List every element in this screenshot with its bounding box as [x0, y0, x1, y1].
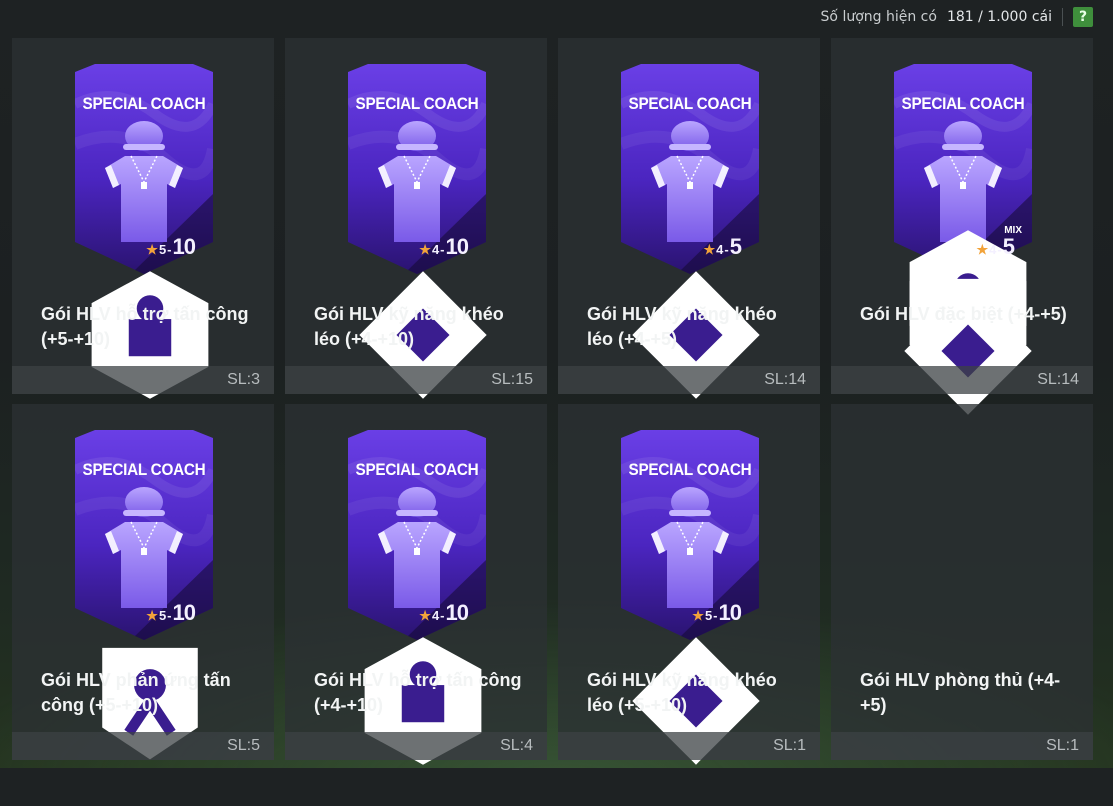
card-art-title: SPECIAL COACH — [628, 460, 752, 479]
grade-low: 4 — [716, 242, 724, 257]
coach-pack-grid: SPECIAL COACH ★ 5-10 Gói HLV hỗ trợ tấn côn… — [0, 0, 1113, 768]
pack-name: Gói HLV kỹ năng khéo léo (+4-+5) — [587, 304, 777, 349]
grade-low: 4 — [431, 242, 440, 257]
special-coach-card-art: SPECIAL COACH MIX ★ 4-5 — [894, 64, 1032, 415]
grade-range: ★ 4-10 — [419, 600, 470, 626]
coach-pack-card[interactable]: SPECIAL COACH ★ 5-10 Gói HLV kỹ năng khéo l… — [558, 404, 820, 765]
coach-pack-card[interactable]: SPECIAL COACH ★ 5-10 Gói HLV phản ứng tấn c… — [12, 404, 274, 760]
pack-name: Gói HLV kỹ năng khéo léo (+4-+10) — [314, 304, 504, 349]
card-footer: SL:5 — [12, 732, 274, 760]
grade-range: ★ 4-5 — [976, 234, 1016, 260]
quantity-label: SL:14 — [1037, 371, 1079, 388]
quantity-label: SL:3 — [227, 371, 260, 388]
skill-icon — [354, 230, 487, 399]
quantity-label: SL:15 — [491, 371, 533, 388]
card-footer: SL:14 — [558, 366, 820, 394]
star-icon: ★ — [692, 608, 704, 623]
pack-name: Gói HLV kỹ năng khéo léo (+5-+10) — [587, 670, 777, 715]
grade-high: 10 — [445, 234, 470, 259]
grade-high: 5 — [1002, 234, 1015, 259]
grade-low: 4 — [431, 608, 440, 623]
special-coach-card-art: SPECIAL COACH ★ 5-10 — [75, 64, 213, 399]
grade-high: 10 — [718, 600, 743, 625]
quantity-label: SL:14 — [764, 371, 806, 388]
special-coach-card-art: SPECIAL COACH ★ 4-10 — [348, 430, 486, 765]
grade-dash: - — [997, 242, 1002, 257]
pack-name: Gói HLV hỗ trợ tấn công (+4-+10) — [314, 670, 522, 715]
special-coach-card-art: SPECIAL COACH ★ 4-5 — [621, 64, 760, 399]
coach-pack-card[interactable]: SPECIAL COACH ★ 4-10 Gói HLV hỗ trợ tấn côn… — [285, 404, 547, 765]
card-art-title: SPECIAL COACH — [82, 94, 206, 113]
quantity-label: SL:5 — [227, 737, 260, 754]
skill-icon — [627, 230, 760, 399]
card-art-title: SPECIAL COACH — [355, 94, 479, 113]
grade-range: ★ 5-10 — [146, 234, 197, 260]
grade-dash: - — [167, 242, 172, 257]
grade-dash: - — [440, 608, 445, 623]
quantity-label: SL:1 — [773, 737, 806, 754]
skill-icon — [627, 596, 760, 765]
grade-range: ★ 4-5 — [703, 234, 743, 260]
mixed-badges — [899, 189, 1032, 415]
pack-name: Gói HLV phản ứng tấn công (+5-+10) — [41, 670, 231, 715]
star-icon: ★ — [976, 242, 989, 257]
attack-support-icon — [81, 230, 209, 399]
star-icon: ★ — [703, 242, 716, 257]
skill-icon — [899, 246, 1032, 415]
defense-icon — [899, 189, 1027, 358]
star-icon: ★ — [146, 608, 158, 623]
grade-low: 5 — [704, 608, 713, 623]
special-coach-card-art: SPECIAL COACH ★ 5-10 — [621, 430, 760, 765]
grade-low: 5 — [158, 608, 167, 623]
attack-support-icon — [899, 208, 1027, 377]
grade-dash: - — [724, 242, 729, 257]
pack-name: Gói HLV đặc biệt (+4-+5) — [860, 304, 1067, 324]
card-art-title: SPECIAL COACH — [82, 460, 206, 479]
quantity-label: SL:1 — [1046, 737, 1079, 754]
card-footer: SL:14 — [831, 366, 1093, 394]
counter-attack-icon — [899, 227, 1016, 391]
grade-dash: - — [167, 608, 172, 623]
grade-high: 10 — [445, 600, 470, 625]
card-art-title: SPECIAL COACH — [355, 460, 479, 479]
star-icon: ★ — [419, 242, 431, 257]
coach-pack-card[interactable]: SPECIAL COACH ★ 5-10 Gói HLV hỗ trợ tấn côn… — [12, 38, 274, 399]
card-footer: SL:1 — [558, 732, 820, 760]
quantity-label: SL:4 — [500, 737, 533, 754]
pack-name: Gói HLV hỗ trợ tấn công (+5-+10) — [41, 304, 249, 349]
pack-name: Gói HLV phòng thủ (+4-+5) — [860, 670, 1061, 715]
counter-attack-icon — [81, 596, 198, 760]
coach-pack-card[interactable]: SPECIAL COACH ★ 4-5 Gói HLV kỹ năng khéo lé… — [558, 38, 820, 399]
grade-dash: - — [440, 242, 445, 257]
coach-pack-card[interactable]: SPECIAL COACH MIX ★ 4-5 Gói HLV đặc biệt (+4… — [831, 38, 1093, 415]
card-footer: SL:1 — [831, 732, 1093, 760]
special-coach-card-art: SPECIAL COACH ★ 5-10 — [75, 430, 213, 760]
grade-range: ★ 4-10 — [419, 234, 470, 260]
special-coach-card-art: SPECIAL COACH ★ 4-10 — [348, 64, 487, 399]
coach-pack-card[interactable]: SPECIAL COACH ★ 4-10 Gói HLV kỹ năng khéo l… — [285, 38, 547, 399]
grade-high: 10 — [172, 234, 197, 259]
star-icon: ★ — [146, 242, 158, 257]
card-art-title: SPECIAL COACH — [628, 94, 752, 113]
grade-high: 5 — [729, 234, 742, 259]
card-footer: SL:15 — [285, 366, 547, 394]
grade-high: 10 — [172, 600, 197, 625]
star-icon: ★ — [419, 608, 431, 623]
grade-dash: - — [713, 608, 718, 623]
card-footer: SL:4 — [285, 732, 547, 760]
coach-pack-card[interactable]: Gói HLV phòng thủ (+4-+5) SL:1 — [831, 404, 1093, 760]
card-art-title: SPECIAL COACH — [901, 94, 1025, 113]
card-footer: SL:3 — [12, 366, 274, 394]
grade-low: 5 — [158, 242, 167, 257]
attack-support-icon — [354, 596, 482, 765]
grade-range: ★ 5-10 — [146, 600, 197, 626]
grade-low: 4 — [989, 242, 997, 257]
grade-range: ★ 5-10 — [692, 600, 743, 626]
